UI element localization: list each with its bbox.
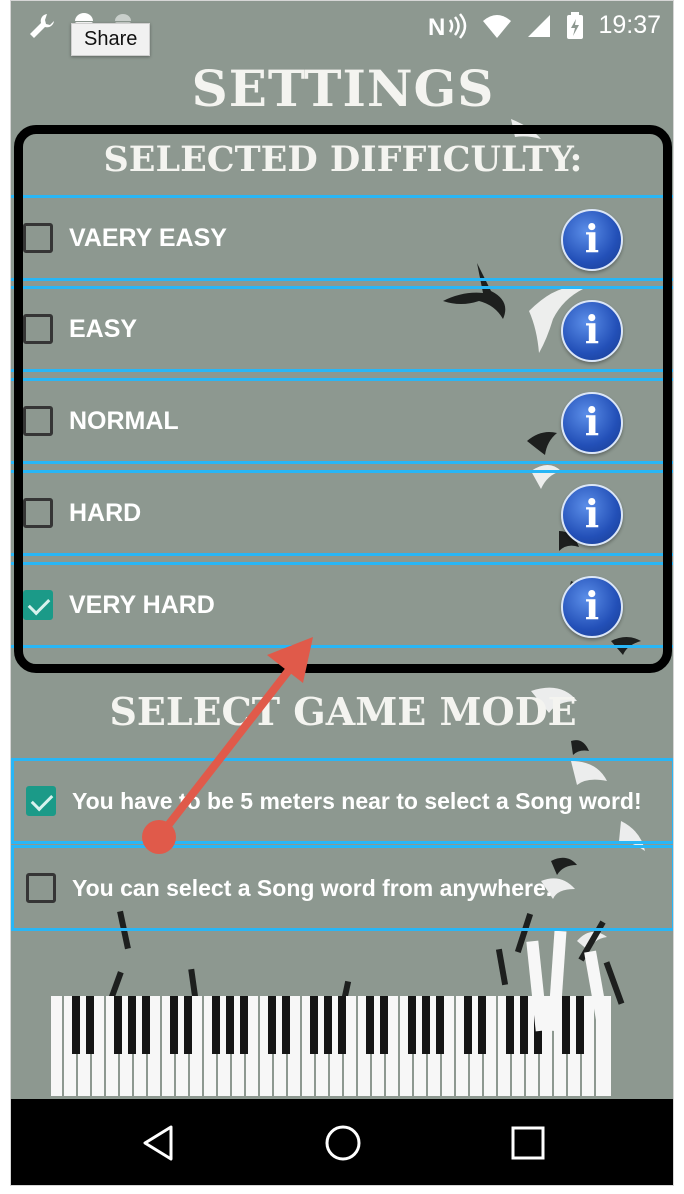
nfc-icon: N xyxy=(428,12,467,40)
home-circle-icon[interactable] xyxy=(323,1123,363,1163)
game-mode-option-label: You have to be 5 meters near to select a… xyxy=(72,788,642,814)
page-title: SETTINGS xyxy=(191,59,495,118)
share-tooltip: Share xyxy=(71,23,151,56)
phone-screen: Share N 19:37 SETTINGS SELECTED DIFFICUL… xyxy=(10,0,674,1186)
battery-charging-icon xyxy=(567,11,584,39)
wifi-icon xyxy=(483,14,512,38)
recents-square-icon[interactable] xyxy=(508,1123,548,1163)
signal-icon xyxy=(528,14,551,37)
game-mode-option-anywhere[interactable]: You can select a Song word from anywhere… xyxy=(11,845,673,931)
back-triangle-icon[interactable] xyxy=(139,1123,179,1163)
game-mode-option-label: You can select a Song word from anywhere… xyxy=(72,875,553,901)
status-right-icons: N 19:37 xyxy=(428,11,661,40)
svg-text:N: N xyxy=(428,14,445,40)
game-mode-checkbox[interactable] xyxy=(26,873,56,903)
difficulty-highlight-frame xyxy=(14,125,672,673)
status-bar: Share N 19:37 xyxy=(11,1,673,56)
game-mode-section-title: SELECT GAME MODE xyxy=(109,689,577,734)
status-time: 19:37 xyxy=(598,11,661,39)
navigation-bar xyxy=(11,1099,673,1185)
wrench-icon xyxy=(30,14,54,38)
game-mode-option-near[interactable]: You have to be 5 meters near to select a… xyxy=(11,758,673,844)
game-mode-checkbox-checked[interactable] xyxy=(26,786,56,816)
